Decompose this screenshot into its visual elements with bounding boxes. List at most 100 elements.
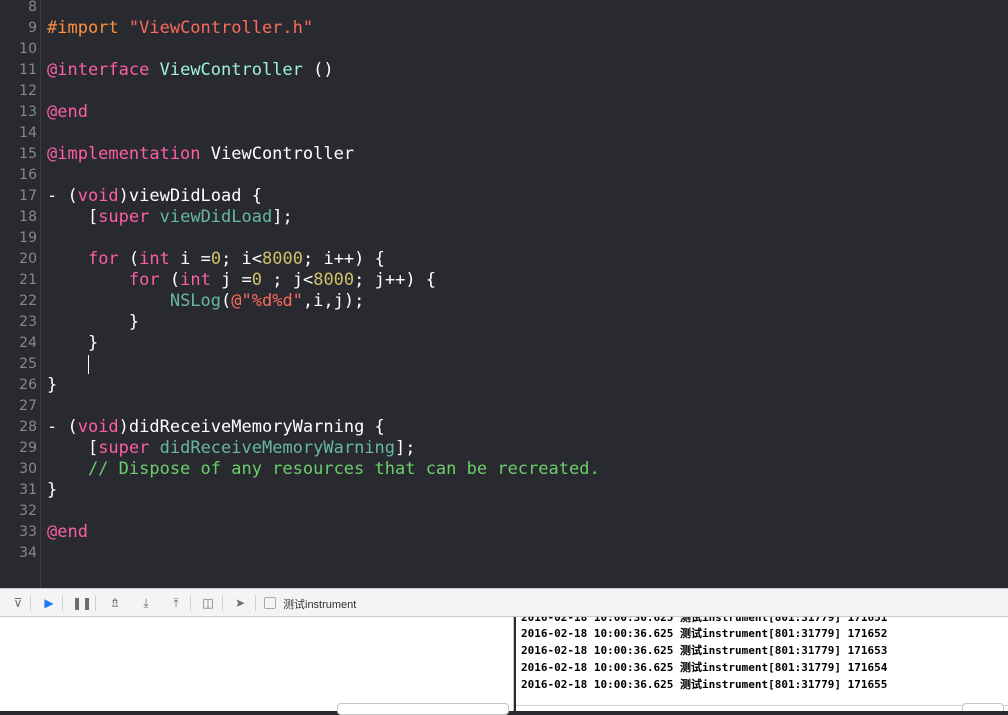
code-line[interactable]: 29 [super didReceiveMemoryWarning]; [0,438,1008,459]
step-into-icon[interactable]: ⤓ [137,594,155,612]
code-text[interactable]: NSLog(@"%d%d",i,j); [47,291,365,312]
code-token: )didReceiveMemoryWarning { [118,417,385,437]
code-line[interactable]: 33 @end [0,522,1008,543]
code-line[interactable]: 32 [0,501,1008,522]
code-line[interactable]: 25 [0,354,1008,375]
line-number: 13 [19,104,37,120]
code-line[interactable]: 31} [0,480,1008,501]
code-text[interactable]: #import "ViewController.h" [47,18,313,39]
code-token: ( [159,270,181,290]
code-line[interactable]: 21 for (int j =0 ; j<8000; j++) { [0,270,1008,291]
debug-bar: ⊽ ▶ ❚❚ ⇯ ⤓ ⤒ ◫ ➤ 测试instrument [0,588,1008,617]
text-cursor [87,354,89,374]
code-text[interactable]: } [47,375,57,396]
step-over-icon[interactable]: ⇯ [106,594,124,612]
line-number: 34 [19,545,37,561]
console-line: 2016-02-18 10:00:36.625 测试instrument[801… [521,644,888,657]
code-line[interactable]: 28 - (void)didReceiveMemoryWarning { [0,417,1008,438]
line-number: 25 [19,356,37,372]
code-token: @end [47,102,88,122]
variables-filter-field[interactable] [337,703,509,715]
code-line[interactable]: 12 [0,81,1008,102]
code-token: super [98,207,150,227]
code-text[interactable]: for (int j =0 ; j<8000; j++) { [47,270,436,291]
code-text[interactable]: [super viewDidLoad]; [47,207,293,228]
code-line[interactable]: 15 @implementation ViewController [0,144,1008,165]
line-number: 18 [19,209,37,225]
code-token: void [77,417,119,437]
code-text[interactable] [47,354,89,375]
code-token: @implementation [47,144,201,164]
code-token: didReceiveMemoryWarning [159,438,396,458]
console-output[interactable]: 2016-02-18 10:00:36.625 测试instrument[801… [516,617,1008,711]
line-number: 21 [19,272,37,288]
code-line[interactable]: 10 [0,39,1008,60]
debug-target-label[interactable]: 测试instrument [283,596,356,612]
code-line[interactable]: 27 [0,396,1008,417]
view-debugger-icon[interactable]: ◫ [199,594,217,612]
variables-view[interactable] [0,617,514,715]
code-line[interactable]: 8 [0,0,1008,18]
line-number: 23 [19,314,37,330]
code-line[interactable]: 22 NSLog(@"%d%d",i,j); [0,291,1008,312]
code-text[interactable]: @implementation ViewController [47,144,354,165]
code-text[interactable]: @end [47,522,88,543]
code-token: () [302,60,334,80]
code-line[interactable]: 30 // Dispose of any resources that can … [0,459,1008,480]
code-token: ; i< [221,249,263,269]
code-text[interactable]: @end [47,102,88,123]
code-token: } [47,333,99,353]
code-line[interactable]: 13 @end [0,102,1008,123]
code-line[interactable]: 14 [0,123,1008,144]
code-line[interactable]: 9 #import "ViewController.h" [0,18,1008,39]
toolbar-separator [95,595,96,611]
line-number: 11 [19,62,37,78]
code-token: ; j< [262,270,314,290]
line-number: 19 [19,230,37,246]
code-text[interactable]: - (void)viewDidLoad { [47,186,262,207]
code-line[interactable]: 16 [0,165,1008,186]
source-editor[interactable]: 8 9 #import "ViewController.h" 10 11 @interfa… [0,0,1008,588]
code-line[interactable]: 34 [0,543,1008,564]
app-target-icon [264,597,276,609]
code-text[interactable]: [super didReceiveMemoryWarning]; [47,438,416,459]
line-number: 20 [19,251,37,267]
code-line[interactable]: 18 [super viewDidLoad]; [0,207,1008,228]
pause-icon[interactable]: ❚❚ [72,594,92,612]
hide-debug-area-icon[interactable]: ⊽ [9,594,27,612]
code-line[interactable]: 20 for (int i =0; i<8000; i++) { [0,249,1008,270]
breakpoints-toggle-icon[interactable]: ▶ [40,594,58,612]
code-text[interactable]: @interface ViewController () [47,60,334,81]
code-text[interactable]: } [47,333,98,354]
code-line[interactable]: 23 } [0,312,1008,333]
code-text[interactable]: } [47,312,139,333]
code-text[interactable]: // Dispose of any resources that can be … [47,459,600,480]
line-number: 30 [19,461,37,477]
console-filter-field[interactable] [962,703,1004,711]
code-token: i = [169,249,211,269]
code-text[interactable]: for (int i =0; i<8000; i++) { [47,249,385,270]
line-number: 15 [19,146,37,162]
code-line[interactable]: 19 [0,228,1008,249]
code-token: - ( [47,186,78,206]
code-token: for [128,270,160,290]
code-line[interactable]: 11 @interface ViewController () [0,60,1008,81]
code-token: ViewController [159,60,303,80]
step-out-icon[interactable]: ⤒ [167,594,185,612]
code-token: ]; [395,438,416,458]
code-line[interactable]: 26} [0,375,1008,396]
code-text[interactable]: } [47,480,57,501]
line-number: 8 [28,0,37,15]
line-number: 16 [19,167,37,183]
code-token: @"%d%d" [231,291,303,311]
code-line[interactable]: 24 } [0,333,1008,354]
code-text[interactable]: - (void)didReceiveMemoryWarning { [47,417,385,438]
simulate-location-icon[interactable]: ➤ [231,594,249,612]
code-line[interactable]: 17 - (void)viewDidLoad { [0,186,1008,207]
